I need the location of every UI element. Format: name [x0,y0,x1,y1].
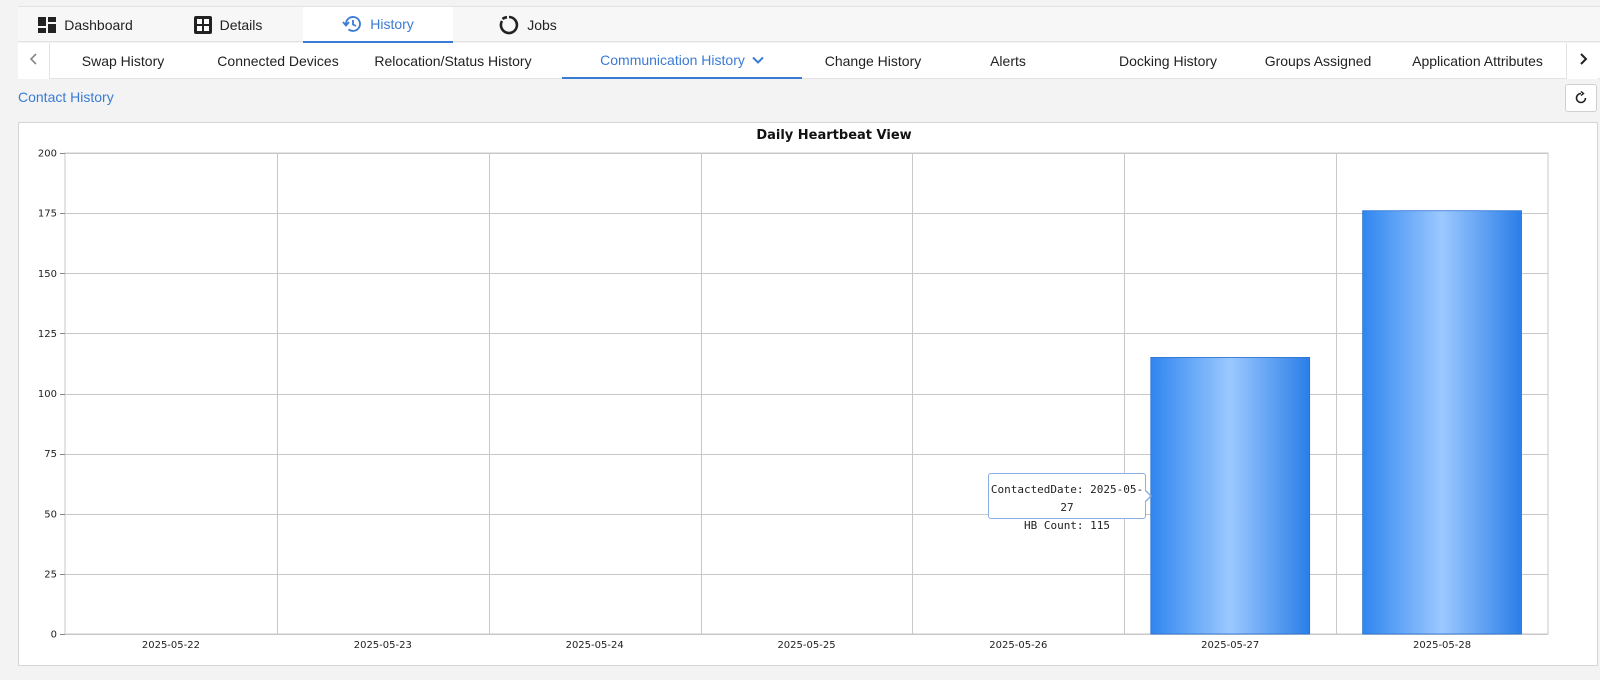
tab-alerts-label: Alerts [990,53,1026,69]
tab-history-label: History [370,16,414,32]
tab-relocation-status-history[interactable]: Relocation/Status History [358,43,548,79]
tab-jobs[interactable]: Jobs [453,7,603,43]
tab-details-label: Details [219,17,263,33]
chart-title: Daily Heartbeat View [756,128,911,143]
top-tab-bar: Dashboard Details History Jobs [18,6,1600,43]
tab-change-history[interactable]: Change History [798,43,948,79]
tab-connected-devices[interactable]: Connected Devices [198,43,358,79]
tab-communication-history[interactable]: Communication History [562,43,802,79]
tab-swap-history[interactable]: Swap History [58,43,188,79]
x-tick-label: 2025-05-22 [142,640,200,651]
tab-dashboard[interactable]: Dashboard [18,7,153,43]
scroll-right-button[interactable] [1566,43,1598,79]
y-tick-label: 125 [38,329,57,340]
tab-alerts[interactable]: Alerts [958,43,1058,79]
tab-history[interactable]: History [303,7,453,43]
scroll-left-button[interactable] [18,43,50,79]
tab-swap-history-label: Swap History [81,53,165,69]
refresh-icon [1574,91,1588,105]
contact-history-title: Contact History [18,89,114,105]
tooltip-count: HB Count: 115 [1023,519,1111,532]
heartbeat-chart-panel: Daily Heartbeat View 0 25 50 75 100 125 150 175… [18,122,1598,666]
tab-jobs-label: Jobs [527,17,557,33]
tab-application-attributes[interactable]: Application Attributes [1390,43,1565,79]
tab-docking-history[interactable]: Docking History [1093,43,1243,79]
history-icon [342,15,362,33]
tab-relocation-status-history-label: Relocation/Status History [374,53,532,69]
sub-tab-bar: Swap History Connected Devices Relocatio… [18,43,1600,79]
tab-details[interactable]: Details [153,7,303,43]
tab-communication-history-label: Communication History [600,52,745,68]
tooltip-pointer-fill [1144,490,1150,502]
y-tick-label: 100 [38,389,57,400]
plot-area [64,152,1549,635]
bar-2025-05-28[interactable] [1362,210,1522,635]
chart-tooltip: ContactedDate: 2025-05-27 HB Count: 115 [988,473,1146,532]
chevron-right-icon [1578,52,1588,70]
tab-dashboard-label: Dashboard [64,17,133,33]
y-tick-label: 200 [38,149,57,160]
tab-groups-assigned-label: Groups Assigned [1264,53,1372,69]
details-icon [193,16,212,34]
tab-change-history-label: Change History [824,53,922,69]
tab-docking-history-label: Docking History [1118,53,1218,69]
chevron-left-icon [29,52,39,70]
tooltip-date: ContactedDate: 2025-05-27 [990,483,1144,514]
x-tick-label: 2025-05-26 [989,640,1047,651]
tab-connected-devices-label: Connected Devices [217,53,339,69]
jobs-icon [499,15,519,35]
y-tick-label: 150 [38,269,57,280]
y-tick-label: 175 [38,209,57,220]
y-tick-label: 25 [44,569,57,580]
x-tick-label: 2025-05-28 [1413,640,1471,651]
heartbeat-chart: Daily Heartbeat View 0 25 50 75 100 125 150 175… [38,128,1549,651]
dashboard-icon [38,17,57,33]
x-tick-label: 2025-05-24 [566,640,624,651]
chevron-down-icon [752,56,764,64]
tab-application-attributes-label: Application Attributes [1412,53,1543,69]
refresh-button[interactable] [1565,84,1597,112]
y-tick-label: 75 [44,449,57,460]
tab-groups-assigned[interactable]: Groups Assigned [1243,43,1393,79]
x-tick-label: 2025-05-27 [1201,640,1259,651]
y-tick-label: 0 [51,630,57,641]
bar-2025-05-27[interactable] [1150,357,1311,635]
x-tick-label: 2025-05-25 [777,640,835,651]
y-tick-label: 50 [44,509,57,520]
x-tick-label: 2025-05-23 [354,640,412,651]
